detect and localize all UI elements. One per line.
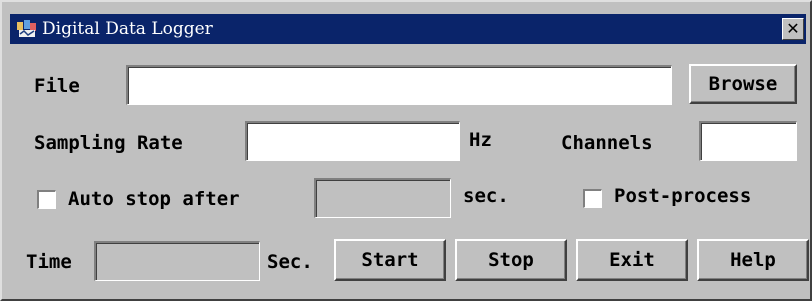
dialog-window: Digital Data Logger ✕ File Browse Sampli… <box>0 0 812 301</box>
auto-stop-checkbox[interactable] <box>37 190 56 209</box>
time-label: Time <box>26 251 72 273</box>
channels-label: Channels <box>561 132 653 154</box>
auto-stop-seconds-input[interactable] <box>314 178 451 218</box>
file-label: File <box>34 75 80 97</box>
post-process-checkbox[interactable] <box>583 189 602 208</box>
start-button[interactable]: Start <box>334 239 446 281</box>
app-icon <box>16 19 38 39</box>
auto-stop-label: Auto stop after <box>68 188 240 210</box>
time-display <box>94 241 260 281</box>
auto-stop-unit-label: sec. <box>463 185 509 207</box>
sampling-rate-input[interactable] <box>245 121 460 161</box>
post-process-label: Post-process <box>614 185 752 207</box>
title-bar[interactable]: Digital Data Logger ✕ <box>10 14 806 44</box>
close-button[interactable]: ✕ <box>782 18 804 40</box>
window-title: Digital Data Logger <box>42 19 213 39</box>
file-path-input[interactable] <box>126 65 672 105</box>
sampling-rate-label: Sampling Rate <box>34 132 183 154</box>
stop-button[interactable]: Stop <box>455 239 567 281</box>
hz-unit-label: Hz <box>469 129 492 151</box>
help-button[interactable]: Help <box>697 239 809 281</box>
exit-button[interactable]: Exit <box>576 239 688 281</box>
channels-input[interactable] <box>699 121 797 161</box>
browse-button[interactable]: Browse <box>689 64 797 104</box>
time-unit-label: Sec. <box>267 251 313 273</box>
close-icon: ✕ <box>786 19 800 38</box>
